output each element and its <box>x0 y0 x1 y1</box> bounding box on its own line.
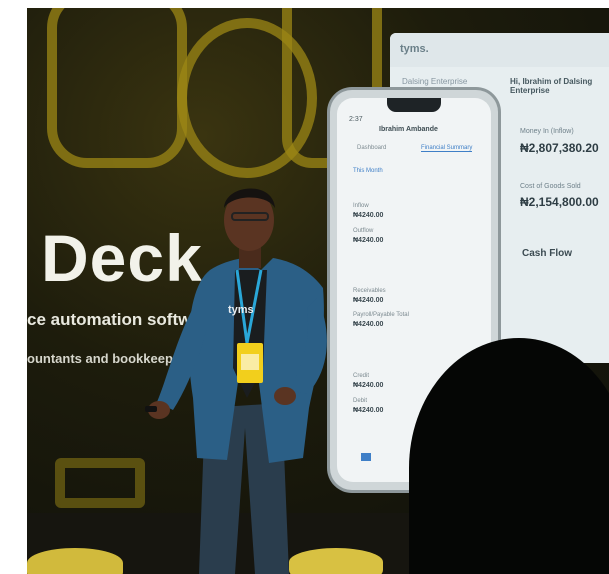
shirt-logo-text: tyms <box>228 304 254 316</box>
stage-chair <box>289 548 383 574</box>
photo-stage: Deck ce automation softwar ountants and … <box>27 8 609 574</box>
stage-chair <box>27 548 123 574</box>
